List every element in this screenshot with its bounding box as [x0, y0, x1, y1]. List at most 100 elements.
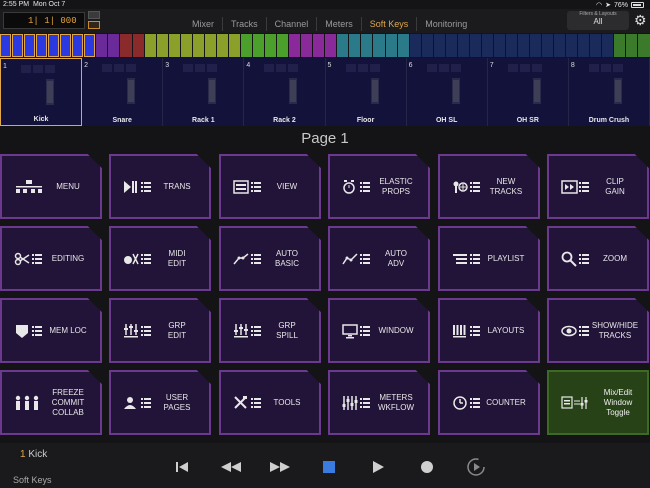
strip-cell[interactable] [349, 34, 361, 57]
softkey-mem-loc[interactable]: MEM LOC [0, 298, 102, 363]
softkey-layouts[interactable]: LAYOUTS [438, 298, 540, 363]
softkey-auto-basic[interactable]: AUTO BASIC [219, 226, 321, 291]
strip-cell[interactable] [421, 34, 433, 57]
softkey-show-hide-tracks[interactable]: SHOW/HIDE TRACKS [547, 298, 649, 363]
strip-cell[interactable] [156, 34, 168, 57]
softkey-zoom[interactable]: ZOOM [547, 226, 649, 291]
strip-cell[interactable] [204, 34, 216, 57]
strip-cell[interactable] [108, 34, 120, 57]
strip-cell[interactable] [554, 34, 566, 57]
softkey-meters-wkflow[interactable]: METERS WKFLOW [328, 370, 430, 435]
softkey-tools[interactable]: TOOLS [219, 370, 321, 435]
strip-cell[interactable] [265, 34, 277, 57]
strip-cell[interactable] [12, 34, 24, 57]
strip-cell[interactable] [481, 34, 493, 57]
strip-cell[interactable] [542, 34, 554, 57]
strip-cell[interactable] [325, 34, 337, 57]
track-overview-strip[interactable] [0, 34, 650, 57]
stop-button[interactable] [315, 457, 343, 477]
softkey-user-pages[interactable]: USER PAGES [109, 370, 211, 435]
counter-mode-button[interactable] [88, 11, 100, 19]
filters-layouts-button[interactable]: Filters & Layouts All [567, 11, 629, 30]
strip-cell[interactable] [409, 34, 421, 57]
strip-cell[interactable] [361, 34, 373, 57]
strip-cell[interactable] [505, 34, 518, 57]
track-strip[interactable]: 3 Rack 1 [163, 58, 245, 126]
tab-channel[interactable]: Channel [267, 17, 318, 31]
track-strip[interactable]: 7 OH SR [487, 58, 569, 126]
tab-monitoring[interactable]: Monitoring [417, 17, 475, 31]
fast-forward-button[interactable] [266, 457, 294, 477]
track-strip[interactable]: 8 Drum Crush [568, 58, 650, 126]
strip-cell[interactable] [457, 34, 469, 57]
softkey-elastic-props[interactable]: ELASTIC PROPS [328, 154, 430, 219]
record-button[interactable] [413, 457, 441, 477]
strip-cell[interactable] [168, 34, 180, 57]
softkey-editing[interactable]: EDITING [0, 226, 102, 291]
strip-cell[interactable] [24, 34, 36, 57]
strip-cell[interactable] [397, 34, 409, 57]
strip-cell[interactable] [252, 34, 265, 57]
strip-cell[interactable] [240, 34, 252, 57]
track-strip[interactable]: 4 Rack 2 [244, 58, 326, 126]
strip-cell[interactable] [289, 34, 301, 57]
softkey-auto-adv[interactable]: AUTO ADV [328, 226, 430, 291]
gear-icon[interactable]: ⚙ [634, 13, 648, 27]
strip-cell[interactable] [469, 34, 481, 57]
strip-cell[interactable] [192, 34, 204, 57]
strip-cell[interactable] [84, 34, 96, 57]
strip-cell[interactable] [277, 34, 289, 57]
softkey-menu[interactable]: MENU [0, 154, 102, 219]
strip-cell[interactable] [36, 34, 48, 57]
strip-cell[interactable] [72, 34, 84, 57]
softkey-window[interactable]: WINDOW [328, 298, 430, 363]
strip-cell[interactable] [60, 34, 72, 57]
play-button[interactable] [364, 457, 392, 477]
rewind-button[interactable] [217, 457, 245, 477]
tab-mixer[interactable]: Mixer [184, 17, 223, 31]
tab-tracks[interactable]: Tracks [223, 17, 267, 31]
softkey-grp-spill[interactable]: GRP SPILL [219, 298, 321, 363]
strip-cell[interactable] [602, 34, 614, 57]
strip-cell[interactable] [445, 34, 457, 57]
strip-cell[interactable] [180, 34, 192, 57]
strip-cell[interactable] [0, 34, 12, 57]
strip-cell[interactable] [638, 34, 650, 57]
track-strip[interactable]: 6 OH SL [406, 58, 488, 126]
strip-cell[interactable] [301, 34, 313, 57]
softkey-grp-edit[interactable]: GRP EDIT [109, 298, 211, 363]
strip-cell[interactable] [493, 34, 505, 57]
strip-cell[interactable] [385, 34, 397, 57]
loop-play-button[interactable] [462, 457, 490, 477]
strip-cell[interactable] [96, 34, 108, 57]
strip-cell[interactable] [433, 34, 445, 57]
softkey-clip-gain[interactable]: CLIP GAIN [547, 154, 649, 219]
strip-cell[interactable] [373, 34, 385, 57]
softkey-counter[interactable]: COUNTER [438, 370, 540, 435]
strip-cell[interactable] [120, 34, 132, 57]
counter-record-button[interactable] [88, 21, 100, 29]
softkey-freeze-commit-collab[interactable]: FREEZE COMMIT COLLAB [0, 370, 102, 435]
return-to-zero-button[interactable] [168, 457, 196, 477]
track-strip[interactable]: 2 Snare [82, 58, 164, 126]
strip-cell[interactable] [48, 34, 60, 57]
tab-soft-keys[interactable]: Soft Keys [362, 17, 418, 31]
strip-cell[interactable] [228, 34, 240, 57]
strip-cell[interactable] [313, 34, 325, 57]
softkey-mix-edit-window-toggle[interactable]: Mix/Edit Window Toggle [547, 370, 649, 435]
strip-cell[interactable] [132, 34, 144, 57]
strip-cell[interactable] [626, 34, 638, 57]
strip-cell[interactable] [578, 34, 590, 57]
softkey-view[interactable]: VIEW [219, 154, 321, 219]
strip-cell[interactable] [144, 34, 156, 57]
track-strip[interactable]: 1 Kick [0, 58, 83, 126]
softkey-midi-edit[interactable]: MIDI EDIT [109, 226, 211, 291]
strip-cell[interactable] [530, 34, 542, 57]
main-counter[interactable]: 1| 1| 000 [3, 12, 85, 29]
softkey-trans[interactable]: TRANS [109, 154, 211, 219]
strip-cell[interactable] [590, 34, 602, 57]
tab-meters[interactable]: Meters [317, 17, 362, 31]
strip-cell[interactable] [518, 34, 530, 57]
softkey-playlist[interactable]: PLAYLIST [438, 226, 540, 291]
strip-cell[interactable] [216, 34, 228, 57]
